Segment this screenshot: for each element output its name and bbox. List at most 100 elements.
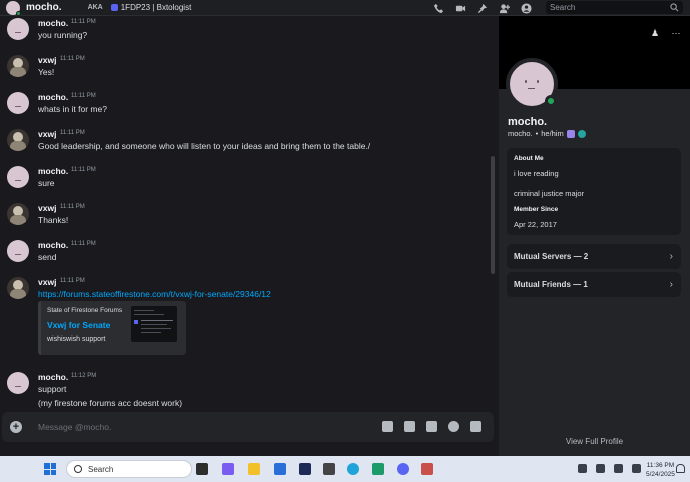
embed-provider[interactable]: State of Firestone Forums (47, 307, 122, 314)
message-author[interactable]: vxwj (38, 55, 56, 65)
link-embed: State of Firestone Forums Vxwj for Senat… (38, 301, 186, 355)
search-icon (74, 465, 82, 473)
wifi-icon[interactable] (614, 464, 623, 473)
profile-avatar[interactable] (506, 58, 558, 110)
message-content: sure (38, 178, 55, 188)
message-content: Good leadership, and someone who will li… (38, 141, 371, 151)
search-placeholder: Search (550, 3, 576, 12)
gif-icon[interactable] (404, 421, 415, 432)
chat-scrollbar[interactable] (491, 156, 495, 274)
message-author[interactable]: mocho. (38, 240, 68, 250)
taskbar-clock[interactable]: 11:36 PM 5/24/2025 (646, 461, 675, 479)
avatar[interactable] (7, 55, 29, 77)
clock-time: 11:36 PM (646, 462, 675, 469)
user-profile-panel: ♟ ⋯ mocho. mocho. • he/him About Me i lo… (499, 16, 690, 456)
upload-plus-icon[interactable]: + (10, 421, 22, 433)
avatar[interactable] (7, 166, 29, 188)
avatar[interactable] (7, 203, 29, 225)
emoji-icon[interactable] (448, 421, 459, 432)
member-since-label: Member Since (514, 206, 559, 213)
message-author[interactable]: vxwj (38, 203, 56, 213)
hypesquad-badge-icon[interactable] (577, 129, 586, 138)
system-tray (578, 464, 641, 473)
edge-browser-icon[interactable] (347, 463, 359, 475)
online-status-dot (16, 10, 21, 16)
copilot-icon[interactable] (222, 463, 234, 475)
about-me-line: criminal justice major (514, 189, 585, 198)
message-author[interactable]: mocho. (38, 166, 68, 176)
dm-user-avatar[interactable] (6, 0, 21, 16)
message-timestamp: 11:11 PM (60, 278, 85, 284)
message-timestamp: 11:11 PM (71, 93, 96, 99)
profile-subtitle: mocho. • he/him (508, 129, 586, 138)
server-tag[interactable]: 1FDP23 | Bxtologist (110, 3, 191, 12)
task-view-icon[interactable] (196, 463, 208, 475)
mutual-servers-row[interactable]: Mutual Servers — 2 › (507, 244, 681, 269)
embed-title[interactable]: Vxwj for Senate (47, 320, 110, 330)
member-since-date: Apr 22, 2017 (514, 220, 557, 229)
message-composer[interactable]: + Message @mocho. (2, 412, 494, 442)
view-full-profile-button[interactable]: View Full Profile (499, 437, 690, 446)
app-icon[interactable] (421, 463, 433, 475)
title-bar: mocho. AKA 1FDP23 | Bxtologist Search (0, 0, 690, 16)
message-author[interactable]: mocho. (38, 372, 68, 382)
activities-icon[interactable] (470, 421, 481, 432)
message-content: Yes! (38, 67, 55, 77)
add-friend-icon[interactable]: ♟ (650, 28, 660, 38)
message-input-placeholder[interactable]: Message @mocho. (38, 422, 111, 432)
search-icon (670, 3, 679, 12)
avatar[interactable] (7, 92, 29, 114)
volume-icon[interactable] (632, 464, 641, 473)
message-author[interactable]: mocho. (38, 92, 68, 102)
message-timestamp: 11:11 PM (71, 241, 96, 247)
sticker-icon[interactable] (426, 421, 437, 432)
voice-call-icon[interactable] (432, 2, 444, 14)
gift-icon[interactable] (382, 421, 393, 432)
aka-label: AKA (87, 4, 103, 11)
windows-start-icon[interactable] (44, 463, 56, 475)
discord-icon[interactable] (397, 463, 409, 475)
message-author[interactable]: vxwj (38, 277, 56, 287)
mutual-friends-row[interactable]: Mutual Friends — 1 › (507, 272, 681, 297)
message-timestamp: 11:12 PM (71, 373, 97, 379)
app-icon[interactable] (274, 463, 286, 475)
add-friends-to-dm-icon[interactable] (498, 2, 510, 14)
more-options-icon[interactable]: ⋯ (671, 28, 681, 38)
search-input[interactable]: Search (546, 1, 683, 14)
message-content: support (38, 384, 67, 394)
avatar[interactable] (7, 240, 29, 262)
message-timestamp: 11:11 PM (60, 204, 85, 210)
avatar[interactable] (7, 129, 29, 151)
message-list[interactable]: mocho. 11:11 PM you running? vxwj 11:11 … (0, 16, 498, 456)
pinned-messages-icon[interactable] (476, 2, 488, 14)
chevron-up-icon[interactable] (578, 464, 587, 473)
windows-taskbar: Search 11:36 PM 5/24/2025 (0, 456, 690, 482)
embed-description: wishiswish support (47, 336, 106, 343)
message-content: you running? (38, 30, 88, 40)
embed-thumbnail[interactable] (131, 306, 177, 342)
clock-date: 5/24/2025 (646, 471, 675, 478)
about-card: About Me i love reading criminal justice… (507, 148, 681, 235)
taskbar-search-label: Search (88, 464, 114, 474)
dm-user-name[interactable]: mocho. (26, 2, 62, 13)
app-icon[interactable] (372, 463, 384, 475)
message-link[interactable]: https://forums.stateoffirestone.com/t/vx… (38, 289, 271, 299)
notification-bell-icon[interactable] (676, 464, 685, 473)
video-call-icon[interactable] (454, 2, 466, 14)
avatar[interactable] (7, 372, 29, 394)
user-profile-icon[interactable] (520, 2, 532, 14)
app-icon[interactable] (299, 463, 311, 475)
nitro-badge-icon[interactable] (566, 129, 575, 138)
profile-pronouns: he/him (541, 129, 564, 138)
avatar[interactable] (7, 277, 29, 299)
taskbar-search[interactable]: Search (66, 460, 192, 478)
message-author[interactable]: vxwj (38, 129, 56, 139)
message-author[interactable]: mocho. (38, 18, 68, 28)
separator: • (535, 129, 539, 138)
store-icon[interactable] (323, 463, 335, 475)
file-explorer-icon[interactable] (248, 463, 260, 475)
tray-app-icon[interactable] (596, 464, 605, 473)
avatar[interactable] (7, 18, 29, 40)
chevron-right-icon: › (669, 251, 673, 262)
message-timestamp: 11:11 PM (60, 130, 85, 136)
